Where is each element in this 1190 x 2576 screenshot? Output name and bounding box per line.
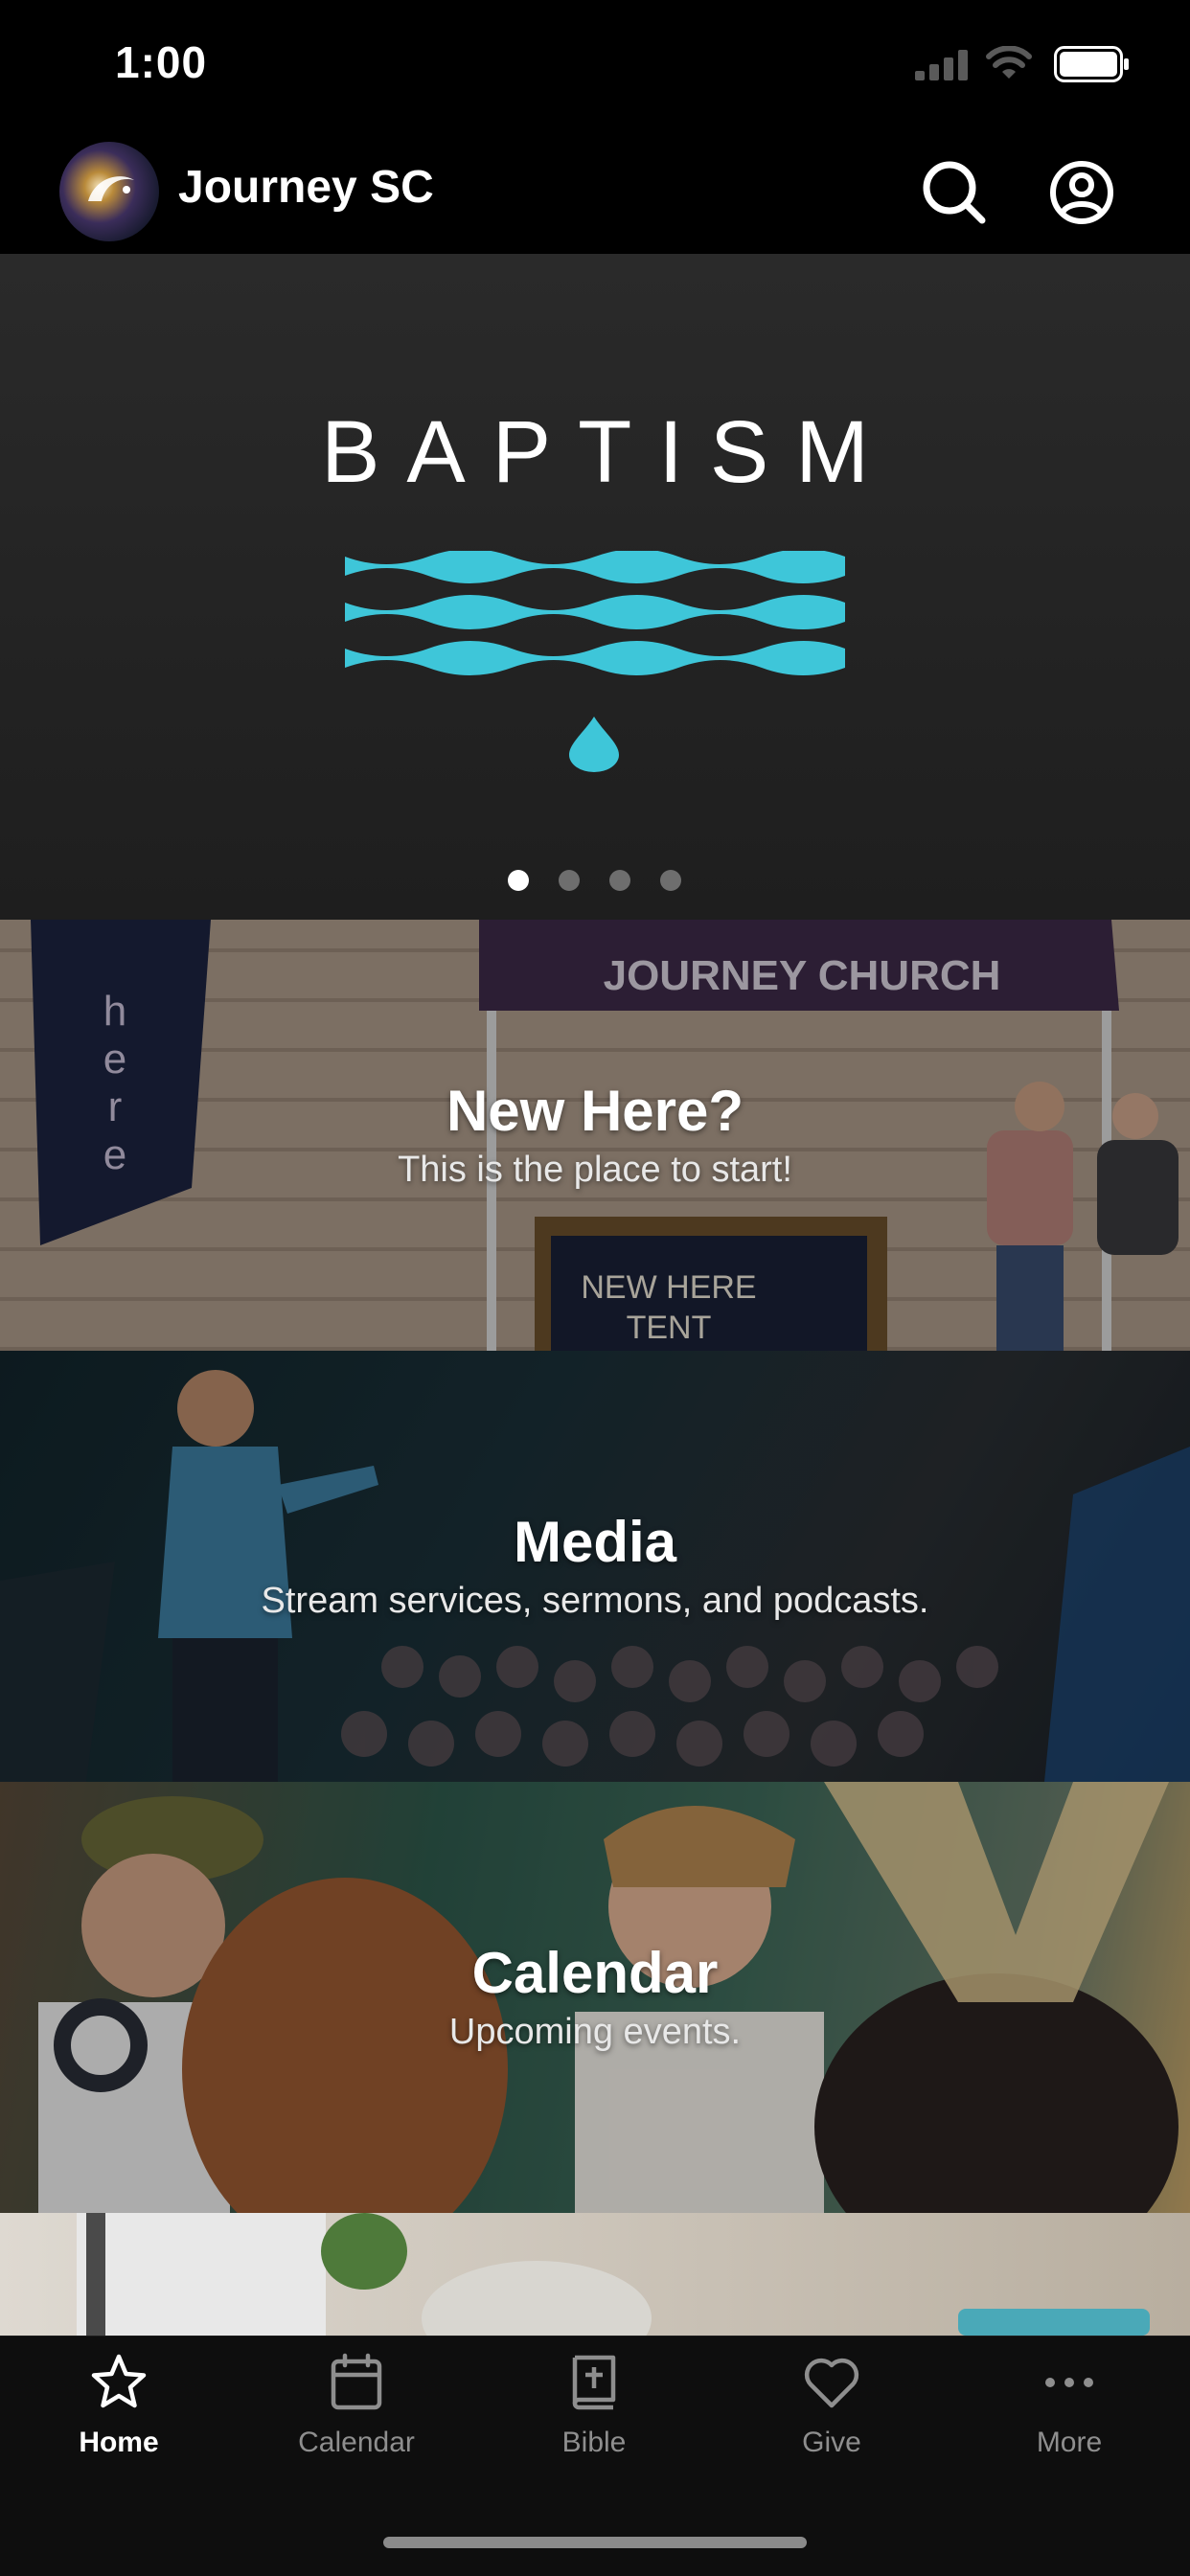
- tab-more-label: More: [1036, 2427, 1103, 2458]
- page-dot-active[interactable]: [508, 870, 529, 891]
- more-icon: [1045, 2378, 1093, 2387]
- tab-home-label: Home: [79, 2427, 159, 2458]
- hero-title: BAPTISM: [321, 403, 896, 501]
- card-subtitle: Upcoming events.: [448, 2012, 742, 2052]
- card-subtitle: This is the place to start!: [398, 1150, 792, 1190]
- water-waves-icon: [345, 551, 845, 675]
- status-time: 1:00: [115, 37, 208, 87]
- tab-give[interactable]: Give: [736, 2352, 927, 2459]
- logo-swoosh-icon: [88, 176, 134, 201]
- page-dot[interactable]: [559, 870, 580, 891]
- battery-icon: [1054, 46, 1129, 82]
- next-card-photo: [77, 2213, 1150, 2336]
- tab-more[interactable]: More: [973, 2352, 1165, 2459]
- tab-bible[interactable]: Bible: [498, 2352, 690, 2459]
- search-button[interactable]: [915, 153, 994, 232]
- calendar-card[interactable]: Calendar Upcoming events.: [0, 1782, 1190, 2213]
- heart-icon: [804, 2358, 859, 2408]
- next-card-partial[interactable]: [0, 2213, 1190, 2336]
- tab-calendar[interactable]: Calendar: [261, 2352, 452, 2459]
- profile-icon: [1050, 161, 1113, 224]
- star-icon: [91, 2354, 147, 2408]
- calendar-icon: [331, 2353, 382, 2410]
- card-title: New Here?: [446, 1079, 744, 1143]
- profile-button[interactable]: [1042, 153, 1121, 232]
- tab-give-label: Give: [802, 2427, 861, 2458]
- water-drop-icon: [569, 717, 619, 772]
- card-title: Calendar: [471, 1941, 719, 2005]
- search-icon: [923, 161, 986, 224]
- new-here-card[interactable]: h e r e JOURNEY CHURCH NEW HERE TENT New…: [0, 920, 1190, 1351]
- bible-icon: [572, 2355, 616, 2410]
- page-dot[interactable]: [609, 870, 630, 891]
- card-subtitle: Stream services, sermons, and podcasts.: [261, 1581, 929, 1621]
- home-indicator[interactable]: [383, 2537, 807, 2548]
- church-logo-avatar[interactable]: [59, 142, 159, 241]
- media-card[interactable]: Media Stream services, sermons, and podc…: [0, 1351, 1190, 1782]
- tab-bible-label: Bible: [561, 2427, 627, 2458]
- tab-home[interactable]: Home: [23, 2352, 215, 2459]
- tab-calendar-label: Calendar: [298, 2427, 415, 2458]
- wifi-icon: [986, 46, 1032, 79]
- cellular-signal-icon: [915, 50, 968, 80]
- card-title: Media: [513, 1510, 677, 1574]
- app-title: Journey SC: [178, 162, 434, 213]
- carousel-pagination[interactable]: [508, 870, 699, 897]
- page-dot[interactable]: [660, 870, 681, 891]
